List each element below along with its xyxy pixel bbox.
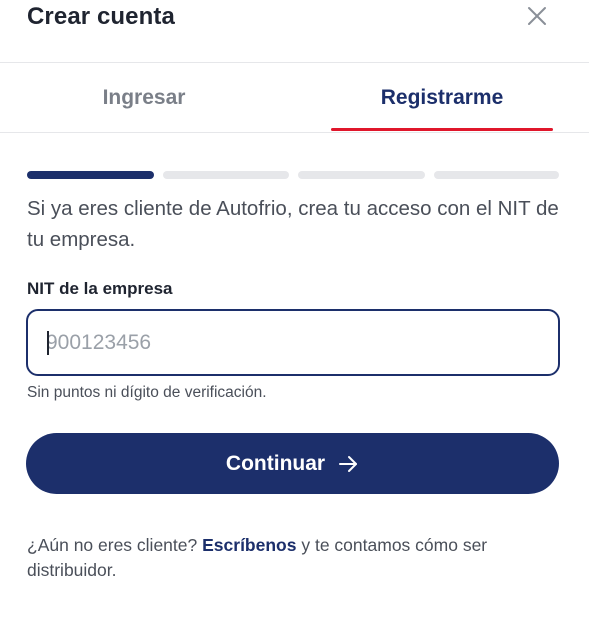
close-button[interactable] [523, 2, 551, 30]
footer-text: ¿Aún no eres cliente? Escríbenos y te co… [27, 533, 557, 583]
tab-registrarme[interactable]: Registrarme [331, 63, 553, 132]
arrow-right-icon [339, 455, 358, 472]
tab-ingresar-label: Ingresar [102, 85, 186, 109]
contact-link[interactable]: Escríbenos [202, 535, 296, 555]
text-caret [47, 331, 49, 355]
modal-title: Crear cuenta [27, 3, 175, 30]
tab-registrarme-label: Registrarme [380, 85, 504, 109]
tab-ingresar[interactable]: Ingresar [34, 63, 254, 132]
nit-hint: Sin puntos ni dígito de verificación. [27, 384, 267, 401]
modal-header: Crear cuenta [0, 0, 589, 63]
auth-tabs: Ingresar Registrarme [0, 63, 589, 133]
nit-input[interactable] [46, 311, 536, 374]
progress-step-4 [434, 171, 559, 179]
step-progress [27, 171, 559, 179]
create-account-modal: Crear cuenta Ingresar Registrarme Si ya … [0, 0, 589, 620]
footer-prefix: ¿Aún no eres cliente? [27, 535, 198, 555]
close-icon [528, 7, 546, 25]
active-tab-indicator [331, 128, 553, 131]
progress-step-1 [27, 171, 154, 179]
continue-button[interactable]: Continuar [26, 433, 559, 494]
intro-text: Si ya eres cliente de Autofrio, crea tu … [27, 197, 559, 251]
nit-field-label: NIT de la empresa [27, 279, 173, 298]
progress-step-3 [298, 171, 425, 179]
nit-input-wrapper [26, 309, 560, 376]
progress-step-2 [163, 171, 289, 179]
continue-button-label: Continuar [225, 451, 326, 475]
